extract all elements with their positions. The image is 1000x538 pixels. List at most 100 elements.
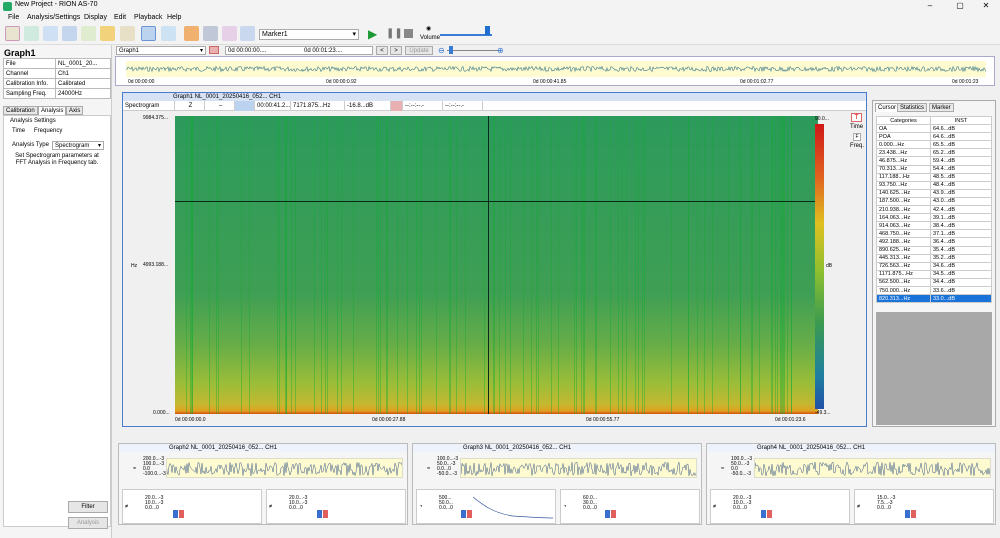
stop-icon[interactable]	[404, 29, 413, 38]
table-row[interactable]: 890.625...Hz 35.4...dB	[876, 245, 992, 255]
ctrl-dash[interactable]: –	[205, 101, 235, 111]
graph3-spectrum-box-2[interactable]: ◔ 60.0... 30.0... 0.0...0	[560, 489, 700, 524]
menu-help[interactable]: Help	[167, 14, 181, 21]
spectrogram-streak	[595, 116, 596, 414]
tab-calibration[interactable]: Calibration	[3, 106, 38, 115]
graph4-level-box-2[interactable]: ≠ 15.0...-3 7.5...-3 0.0...0	[854, 489, 994, 524]
table-row[interactable]: POA 64.6...dB	[876, 132, 992, 142]
chevron-down-icon: ▾	[352, 31, 356, 38]
table-icon[interactable]	[161, 26, 176, 41]
ctrl-mode[interactable]: Spectrogram	[123, 101, 175, 111]
cursor-icon[interactable]	[235, 101, 255, 111]
level-bar-b	[911, 510, 916, 518]
table-row[interactable]: 1171.875...Hz 34.5...dB	[876, 269, 992, 279]
table-row[interactable]: 46.875...Hz 59.4...dB	[876, 156, 992, 166]
maximize-button[interactable]: ▢	[946, 0, 974, 12]
tab-cursor[interactable]: Cursor	[875, 103, 900, 112]
spectrum-icon[interactable]	[43, 26, 58, 41]
range-icon[interactable]	[391, 101, 403, 111]
table-row[interactable]: 93.750...Hz 48.4...dB	[876, 180, 992, 190]
menu-display[interactable]: Display	[84, 14, 107, 21]
next-button[interactable]: >	[390, 46, 402, 55]
table-row[interactable]: 70.313...Hz 54.4...dB	[876, 164, 992, 174]
tab-statistics[interactable]: Statistics	[897, 103, 928, 112]
table-row[interactable]: 445.313...Hz 35.2...dB	[876, 253, 992, 263]
search-icon[interactable]	[120, 26, 135, 41]
subtab-frequency[interactable]: Frequency	[34, 128, 62, 134]
marker-icon[interactable]	[222, 26, 237, 41]
table-row[interactable]: 562.500...Hz 34.4...dB	[876, 277, 992, 287]
table-row[interactable]: 726.563...Hz 34.6...dB	[876, 261, 992, 271]
menu-playback[interactable]: Playback	[134, 14, 162, 21]
folder-icon[interactable]	[100, 26, 115, 41]
graph4-waveform[interactable]	[754, 458, 991, 478]
table-row[interactable]: 117.188...Hz 48.5...dB	[876, 172, 992, 182]
menu-analysis-settings[interactable]: Analysis/Settings	[27, 14, 80, 21]
table-row[interactable]: 23.438...Hz 65.2...dB	[876, 148, 992, 158]
download-icon[interactable]	[203, 26, 218, 41]
update-button[interactable]: Update	[405, 46, 433, 55]
graph4-level-box-1[interactable]: ≠ 20.0...-3 10.0...-3 0.0...0	[710, 489, 850, 524]
play-icon[interactable]: ▶	[368, 27, 377, 41]
spectrogram-plot[interactable]	[175, 116, 818, 414]
sine-icon[interactable]	[24, 26, 39, 41]
tab-axis[interactable]: Axis	[66, 106, 84, 115]
analysis-type-select[interactable]: Spectrogram ▾	[52, 141, 104, 150]
time-range-field[interactable]: 0d 00:00:00.... 0d 00:01:23....	[225, 46, 373, 55]
time-mode-icon[interactable]: T	[851, 113, 862, 122]
side-time-label[interactable]: Time	[850, 124, 863, 130]
waveform-icon[interactable]	[5, 26, 20, 41]
inst-cell: 65.5...dB	[930, 140, 992, 150]
table-row[interactable]: OA 64.6...dB	[876, 124, 992, 134]
pause-icon[interactable]: ❚❚	[386, 28, 403, 39]
table-row[interactable]: 914.063...Hz 38.4...dB	[876, 221, 992, 231]
overview-graph[interactable]: 0d 00:00:00 0d 00:00:0.92 0d 00:00:41.85…	[115, 56, 995, 86]
spectrogram-streak	[771, 116, 772, 414]
subtab-time[interactable]: Time	[12, 128, 25, 134]
menu-file[interactable]: File	[8, 14, 19, 21]
zoom-handle[interactable]	[449, 46, 453, 54]
table-row[interactable]: 492.188...Hz 36.4...dB	[876, 237, 992, 247]
graph-select[interactable]: Graph1 ▾	[116, 46, 206, 55]
filter-button[interactable]: Filter	[68, 501, 108, 513]
graph2-level-box-1[interactable]: ≠ 20.0...-3 10.0...-3 0.0...0	[122, 489, 262, 524]
analysis-button[interactable]: Analysis	[68, 517, 108, 529]
pen-icon[interactable]	[240, 26, 255, 41]
spectrogram-streak	[787, 116, 788, 414]
table-row[interactable]: 0.000...Hz 65.5...dB	[876, 140, 992, 150]
filter-icon[interactable]	[81, 26, 96, 41]
table-row[interactable]: 468.750...Hz 37.1...dB	[876, 229, 992, 239]
axis-icon[interactable]	[62, 26, 77, 41]
cursor-line-horizontal[interactable]	[175, 201, 818, 202]
graph3-waveform[interactable]	[460, 458, 697, 478]
graph2-waveform[interactable]	[166, 458, 403, 478]
bar-chart-icon[interactable]	[141, 26, 156, 41]
ctrl-weighting[interactable]: Z	[175, 101, 205, 111]
menu-edit[interactable]: Edit	[114, 14, 126, 21]
zoom-slider[interactable]	[447, 50, 501, 51]
freq-mode-icon[interactable]: F	[853, 133, 861, 141]
tab-analysis[interactable]: Analysis	[38, 106, 67, 115]
marker-select[interactable]: Marker1 ▾	[259, 29, 359, 40]
zoom-in-icon[interactable]: ⊕	[497, 46, 504, 55]
graph3-spectrum-box-1[interactable]: ◔ 500... 50.0... 0.0...0	[416, 489, 556, 524]
prev-button[interactable]: <	[376, 46, 388, 55]
spectrogram-streak	[450, 116, 451, 414]
table-row[interactable]: 210.938...Hz 42.4...dB	[876, 205, 992, 215]
upload-icon[interactable]	[184, 26, 199, 41]
cursor-line-vertical[interactable]	[488, 116, 489, 414]
table-row[interactable]: 750.000...Hz 33.6...dB	[876, 285, 992, 296]
zoom-out-icon[interactable]: ⊖	[438, 46, 445, 55]
table-row[interactable]: 187.500...Hz 43.0...dB	[876, 196, 992, 207]
graph2-level-box-2[interactable]: ≠ 20.0...-3 10.0...-3 0.0...0	[266, 489, 406, 524]
table-row: Calibration Info. Calibrated	[3, 78, 111, 89]
table-row[interactable]: 140.625...Hz 43.9...dB	[876, 188, 992, 198]
side-freq-label[interactable]: Freq.	[850, 143, 864, 149]
volume-handle[interactable]	[485, 26, 490, 35]
minimize-button[interactable]: –	[916, 0, 944, 12]
tab-marker[interactable]: Marker	[929, 103, 954, 112]
close-button[interactable]: ✕	[972, 0, 1000, 12]
table-row[interactable]: 820.313...Hz 33.0...dB	[876, 294, 992, 304]
table-row[interactable]: 164.063...Hz 39.1...dB	[876, 213, 992, 223]
range-icon[interactable]	[209, 46, 219, 54]
